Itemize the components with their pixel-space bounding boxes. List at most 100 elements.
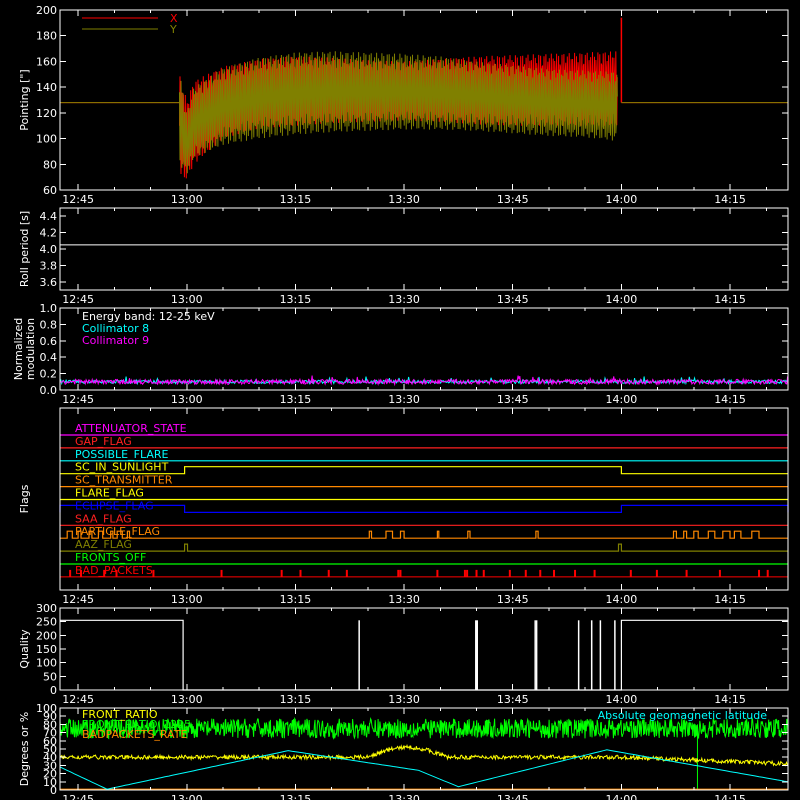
x-tick-label: 13:45	[497, 693, 529, 706]
flag-row-aaz-flag: AAZ_FLAG	[60, 538, 788, 552]
x-tick-label: 13:15	[280, 693, 312, 706]
x-tick-label: 12:45	[62, 393, 94, 406]
flag-row-saa-flag: SAA_FLAG	[60, 512, 788, 526]
y-tick-label: 3.8	[40, 259, 58, 272]
y-tick-label: 0.8	[40, 318, 58, 331]
y-tick-label: 4.0	[40, 243, 58, 256]
flag-row-fronts-off: FRONTS_OFF	[60, 551, 788, 565]
flag-spike	[299, 569, 302, 577]
x-tick-label: 14:00	[606, 193, 638, 206]
pointing-plot	[60, 17, 788, 179]
x-tick-label: 13:30	[388, 193, 420, 206]
y-tick-label: 0.2	[40, 368, 58, 381]
flag-spike	[629, 569, 632, 577]
x-tick-label: 14:15	[714, 693, 746, 706]
flag-spike	[397, 569, 400, 577]
y-tick-label: 300	[36, 602, 57, 615]
flag-spike	[69, 569, 72, 577]
y-axis-label: Degrees or %	[18, 712, 31, 786]
legend-label-y: Y	[169, 23, 177, 36]
flag-spike	[655, 569, 658, 577]
y-tick-label: 250	[36, 616, 57, 629]
geomag-panel: 12:45 13:00 13:15 13:30 13:45 14:00 14:1501020…	[18, 702, 789, 800]
y-tick-label: 160	[36, 55, 57, 68]
x-tick-label: 12:45	[62, 293, 94, 306]
x-tick-label: 13:30	[388, 793, 420, 800]
flag-trace	[60, 530, 788, 539]
x-tick-label: 12:45	[62, 793, 94, 800]
flag-spike	[553, 569, 556, 577]
y-tick-label: 100	[36, 133, 57, 146]
flag-label: GAP_FLAG	[75, 435, 132, 448]
x-tick-label: 13:30	[388, 293, 420, 306]
flag-label: SC_IN_SUNLIGHT	[75, 461, 169, 474]
flag-spike	[685, 569, 688, 577]
y-tick-label: 4.4	[40, 210, 58, 223]
flag-row-flare-flag: FLARE_FLAG	[60, 487, 788, 501]
x-tick-label: 13:00	[171, 693, 203, 706]
flag-spike	[220, 569, 223, 577]
x-tick-label: 13:15	[280, 593, 312, 606]
y-tick-label: 0.0	[40, 384, 58, 397]
rhessi-quicklook-chart: 12:45 13:00 13:15 13:30 13:45 14:00 14:15 60 80 1…	[12, 4, 789, 800]
flag-trace	[60, 543, 788, 552]
flag-label: FRONTS_OFF	[75, 551, 146, 564]
x-tick-label: 13:00	[171, 193, 203, 206]
flag-row-bad-packets: BAD_PACKETS	[60, 564, 788, 578]
flag-label: POSSIBLE_FLARE	[75, 448, 169, 461]
x-tick-label: 13:00	[171, 793, 203, 800]
flags-panel: ATTENUATOR_STATEGAP_FLAGPOSSIBLE_FLARESC…	[18, 407, 789, 606]
x-tick-label: 14:15	[714, 393, 746, 406]
y-tick-label: 150	[36, 643, 57, 656]
flag-spike	[758, 569, 761, 577]
y-tick-label: 120	[36, 107, 57, 120]
x-tick-label: 13:00	[171, 293, 203, 306]
x-tick-label: 12:45	[62, 693, 94, 706]
flag-spike	[539, 569, 542, 577]
flag-label: SAA_FLAG	[75, 512, 132, 525]
x-tick-label: 14:00	[606, 793, 638, 800]
flag-row-sc-in-sunlight: SC_IN_SUNLIGHT	[60, 461, 788, 475]
flag-spike	[718, 569, 721, 577]
flag-label: FLARE_FLAG	[75, 487, 144, 500]
y-tick-label: 100	[36, 657, 57, 670]
plot-frame	[59, 207, 789, 291]
x-tick-label: 14:00	[606, 293, 638, 306]
x-tick-label: 13:45	[497, 793, 529, 800]
flag-row-gap-flag: GAP_FLAG	[60, 435, 788, 449]
x-tick-label: 13:30	[388, 693, 420, 706]
x-tick-label: 13:00	[171, 593, 203, 606]
flag-label: AAZ_FLAG	[75, 538, 132, 551]
flag-spike	[508, 569, 511, 577]
flag-spike	[466, 569, 469, 577]
y-tick-label: 3.6	[40, 276, 58, 289]
flag-spike	[280, 569, 283, 577]
flag-spike	[399, 569, 402, 577]
flag-spike	[475, 569, 478, 577]
flag-spike	[593, 569, 596, 577]
x-tick-label: 13:15	[280, 193, 312, 206]
modulation-panel: 12:45 13:00 13:15 13:30 13:45 14:00 14:15 0.0 0.…	[12, 302, 789, 406]
x-tick-label: 13:15	[280, 793, 312, 800]
y-tick-label: 1.0	[40, 302, 58, 315]
x-tick-label: 13:15	[280, 393, 312, 406]
y-tick-label: 100	[36, 702, 57, 715]
x-tick-label: 12:45	[62, 193, 94, 206]
x-tick-label: 13:30	[388, 393, 420, 406]
flag-spike	[345, 569, 348, 577]
flag-row-attenuator-state: ATTENUATOR_STATE	[60, 422, 788, 436]
legend-label-collimator: Collimator 9	[82, 334, 149, 347]
y-axis-label: modulation	[24, 318, 37, 380]
x-tick-label: 13:30	[388, 593, 420, 606]
flag-spike	[436, 569, 439, 577]
flag-row-sc-transmitter: SC_TRANSMITTER	[60, 474, 788, 488]
flag-spike	[766, 569, 769, 577]
x-tick-label: 13:00	[171, 393, 203, 406]
x-tick-label: 14:15	[714, 193, 746, 206]
x-tick-label: 13:45	[497, 393, 529, 406]
x-tick-label: 12:45	[62, 593, 94, 606]
flag-spike	[463, 569, 466, 577]
flag-label: BAD_PACKETS	[75, 564, 153, 577]
y-tick-label: 200	[36, 629, 57, 642]
flag-row-eclipse-flag: ECLIPSE_FLAG	[59, 499, 789, 513]
